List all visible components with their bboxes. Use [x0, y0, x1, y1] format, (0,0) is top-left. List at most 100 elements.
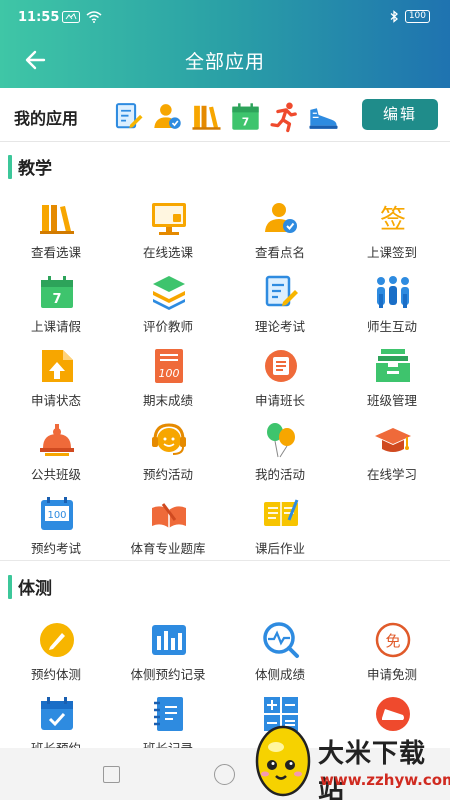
watermark-url: www.zzhyw.com [320, 771, 450, 789]
app-label: 期末成绩 [142, 393, 193, 408]
app-item[interactable]: 公共班级 [0, 420, 112, 494]
svg-text:7: 7 [242, 116, 249, 129]
app-item[interactable]: 预约活动 [112, 420, 224, 494]
sneaker-icon[interactable] [307, 100, 340, 133]
balloons-icon [267, 423, 295, 458]
section-title-teaching: 教学 [8, 154, 52, 179]
sign-icon: 签 [380, 205, 406, 235]
homework-icon [264, 499, 299, 526]
app-label: 评价教师 [142, 319, 193, 334]
grad-cap-icon [375, 428, 411, 452]
app-item[interactable]: 100 期末成绩 [112, 346, 224, 420]
my-apps-icons: 7 [112, 100, 340, 133]
edit-doc-icon [265, 275, 298, 307]
page-title: 全部应用 [184, 51, 265, 73]
recent-apps-button[interactable] [103, 766, 120, 783]
section-accent-bar [8, 574, 12, 599]
people-icon [377, 276, 409, 308]
watermark-logo [255, 725, 311, 797]
app-item[interactable]: 申请状态 [0, 346, 112, 420]
exempt-icon: 免 [375, 622, 411, 658]
my-apps-bar: 我的应用 7 编辑 [0, 88, 450, 142]
bell-icon [40, 424, 74, 456]
status-bar: 11:55 100 [0, 0, 450, 36]
app-item[interactable]: 免申请免测 [336, 620, 448, 694]
app-item[interactable]: 在线选课 [112, 198, 224, 272]
app-label: 理论考试 [254, 319, 305, 334]
upload-doc-icon [42, 350, 73, 382]
app-item[interactable]: 7 上课请假 [0, 272, 112, 346]
app-label: 课后作业 [254, 541, 305, 556]
app-label: 我的活动 [254, 467, 305, 482]
tray-icon [376, 349, 410, 382]
app-label: 班级管理 [366, 393, 417, 408]
app-label: 体侧预约记录 [130, 667, 206, 682]
app-item[interactable]: 100 预约考试 [0, 494, 112, 568]
user-check-icon [265, 203, 297, 233]
app-label: 查看选课 [30, 245, 81, 260]
monitor-icon [152, 203, 186, 235]
list-badge-icon [265, 350, 297, 382]
app-item[interactable]: 在线学习 [336, 420, 448, 494]
runner-icon[interactable] [268, 100, 301, 133]
app-item[interactable]: 我的活动 [224, 420, 336, 494]
app-label: 申请免测 [366, 667, 417, 682]
pen-circle-icon [40, 623, 74, 657]
svg-text:签: 签 [380, 205, 406, 235]
calendar-icon[interactable]: 7 [229, 100, 262, 133]
notebook-icon [154, 697, 183, 731]
app-label: 体侧成绩 [254, 667, 305, 682]
app-item[interactable]: 体侧成绩 [224, 620, 336, 694]
svg-text:免: 免 [385, 632, 400, 650]
app-item[interactable]: 签上课签到 [336, 198, 448, 272]
app-label: 师生互动 [366, 319, 417, 334]
calendar-check-icon [41, 697, 73, 730]
watermark: 大米下载站 www.zzhyw.com [248, 725, 450, 800]
home-button[interactable] [214, 764, 235, 785]
score-icon: 100 [155, 349, 183, 383]
svg-text:100: 100 [47, 510, 66, 521]
app-item[interactable]: 班级管理 [336, 346, 448, 420]
edit-doc-icon[interactable] [112, 100, 145, 133]
my-apps-label: 我的应用 [14, 109, 79, 128]
app-label: 体育专业题库 [130, 541, 206, 556]
svg-text:7: 7 [52, 292, 61, 307]
battery-indicator: 100 [404, 10, 430, 23]
app-item[interactable]: 师生互动 [336, 272, 448, 346]
app-label: 预约活动 [142, 467, 193, 482]
bar-chart-icon [152, 625, 186, 655]
app-item[interactable]: 查看点名 [224, 198, 336, 272]
app-label: 上课请假 [30, 319, 81, 334]
status-time: 11:55 [18, 10, 60, 25]
app-item[interactable]: 理论考试 [224, 272, 336, 346]
bluetooth-icon [390, 10, 398, 23]
app-item[interactable]: 体侧预约记录 [112, 620, 224, 694]
calendar-100-icon: 100 [41, 497, 73, 530]
section-divider [0, 560, 450, 561]
headset-icon [152, 423, 186, 455]
section-accent-bar [8, 154, 12, 179]
books-icon[interactable] [190, 100, 223, 133]
wifi-icon [86, 11, 102, 23]
open-book-icon [152, 503, 186, 528]
app-item[interactable]: 体育专业题库 [112, 494, 224, 568]
books-icon [40, 205, 74, 234]
app-label: 上课签到 [366, 245, 417, 260]
app-item[interactable]: 查看选课 [0, 198, 112, 272]
user-check-icon[interactable] [151, 100, 184, 133]
app-header: 11:55 100 全部应用 [0, 0, 450, 88]
app-label: 在线选课 [142, 245, 193, 260]
app-label: 公共班级 [30, 467, 81, 482]
app-item[interactable]: 预约体测 [0, 620, 112, 694]
section-title-fitness: 体测 [8, 574, 52, 599]
app-item[interactable]: 课后作业 [224, 494, 336, 568]
app-label: 在线学习 [366, 467, 417, 482]
app-label: 申请状态 [30, 393, 81, 408]
calendar-icon: 7 [41, 276, 73, 308]
app-label: 预约体测 [30, 667, 81, 682]
svg-text:100: 100 [159, 367, 180, 380]
edit-button[interactable]: 编辑 [362, 99, 438, 130]
app-item[interactable]: 申请班长 [224, 346, 336, 420]
watermark-name: 大米下载站 [318, 739, 427, 800]
app-item[interactable]: 评价教师 [112, 272, 224, 346]
